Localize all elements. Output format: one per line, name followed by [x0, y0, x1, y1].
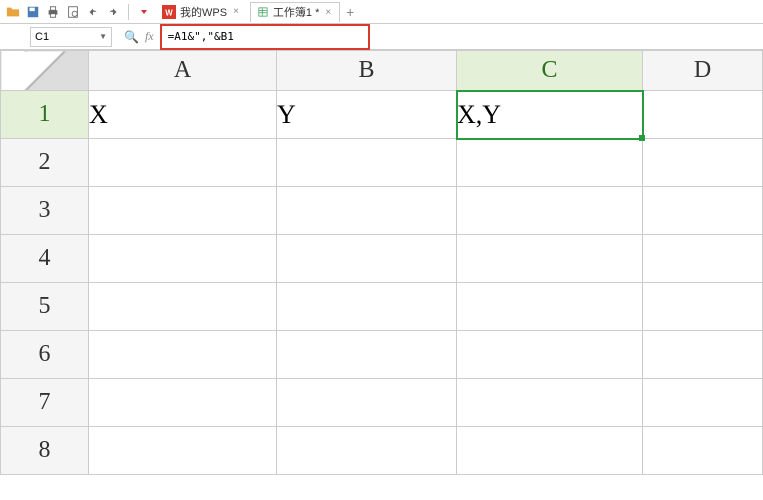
save-icon[interactable] — [24, 3, 42, 21]
cell-A8[interactable] — [89, 427, 277, 475]
add-tab-button[interactable]: + — [342, 4, 358, 20]
row-header-1[interactable]: 1 — [1, 91, 89, 139]
cell-D1[interactable] — [643, 91, 763, 139]
cell-A5[interactable] — [89, 283, 277, 331]
cell-A4[interactable] — [89, 235, 277, 283]
cell-B7[interactable] — [277, 379, 457, 427]
name-box[interactable]: C1 ▼ — [30, 27, 112, 47]
formula-bar: C1 ▼ 🔍 fx =A1&","&B1 — [0, 24, 763, 50]
open-icon[interactable] — [4, 3, 22, 21]
col-header-A[interactable]: A — [89, 51, 277, 91]
cell-C7[interactable] — [457, 379, 643, 427]
undo-icon[interactable] — [84, 3, 102, 21]
dropdown-icon[interactable] — [135, 3, 153, 21]
row-header-8[interactable]: 8 — [1, 427, 89, 475]
col-header-B[interactable]: B — [277, 51, 457, 91]
name-box-value: C1 — [35, 31, 49, 43]
cell-C3[interactable] — [457, 187, 643, 235]
tab-mywps[interactable]: W 我的WPS × — [155, 2, 248, 22]
tab-close-icon[interactable]: × — [231, 6, 241, 17]
row-header-3[interactable]: 3 — [1, 187, 89, 235]
tab-workbook[interactable]: 工作簿1 * × — [250, 2, 340, 22]
cell-A1[interactable]: X — [89, 91, 277, 139]
select-all-corner[interactable] — [1, 51, 89, 91]
cell-D2[interactable] — [643, 139, 763, 187]
col-header-D[interactable]: D — [643, 51, 763, 91]
cell-C2[interactable] — [457, 139, 643, 187]
separator — [128, 4, 129, 20]
row-header-5[interactable]: 5 — [1, 283, 89, 331]
spreadsheet-grid: A B C D 1 X Y X,Y 2 3 4 5 6 7 8 — [0, 50, 763, 475]
formula-input[interactable]: =A1&","&B1 — [160, 24, 370, 50]
row-header-4[interactable]: 4 — [1, 235, 89, 283]
cell-C6[interactable] — [457, 331, 643, 379]
formula-tools: 🔍 fx — [118, 29, 160, 44]
cell-D4[interactable] — [643, 235, 763, 283]
zoom-icon[interactable]: 🔍 — [124, 30, 139, 44]
quick-toolbar: W 我的WPS × 工作簿1 * × + — [0, 0, 763, 24]
cell-C5[interactable] — [457, 283, 643, 331]
preview-icon[interactable] — [64, 3, 82, 21]
fx-button[interactable]: fx — [145, 29, 154, 44]
svg-text:W: W — [165, 8, 173, 17]
tab-label: 工作簿1 * — [273, 4, 319, 20]
cell-A3[interactable] — [89, 187, 277, 235]
cell-C4[interactable] — [457, 235, 643, 283]
cell-B6[interactable] — [277, 331, 457, 379]
row-header-6[interactable]: 6 — [1, 331, 89, 379]
cell-C1[interactable]: X,Y — [457, 91, 643, 139]
row-header-2[interactable]: 2 — [1, 139, 89, 187]
print-icon[interactable] — [44, 3, 62, 21]
cell-D6[interactable] — [643, 331, 763, 379]
cell-B5[interactable] — [277, 283, 457, 331]
cell-B1[interactable]: Y — [277, 91, 457, 139]
cell-D8[interactable] — [643, 427, 763, 475]
cell-B2[interactable] — [277, 139, 457, 187]
row-header-7[interactable]: 7 — [1, 379, 89, 427]
formula-text: =A1&","&B1 — [168, 30, 234, 43]
tab-close-icon[interactable]: × — [323, 7, 333, 18]
cell-A2[interactable] — [89, 139, 277, 187]
redo-icon[interactable] — [104, 3, 122, 21]
spreadsheet-icon — [257, 6, 269, 18]
cell-D3[interactable] — [643, 187, 763, 235]
cell-A6[interactable] — [89, 331, 277, 379]
wps-logo-icon: W — [162, 5, 176, 19]
cell-C8[interactable] — [457, 427, 643, 475]
tab-label: 我的WPS — [180, 4, 227, 20]
cell-D5[interactable] — [643, 283, 763, 331]
cell-A7[interactable] — [89, 379, 277, 427]
col-header-C[interactable]: C — [457, 51, 643, 91]
chevron-down-icon[interactable]: ▼ — [99, 32, 107, 41]
cell-B4[interactable] — [277, 235, 457, 283]
cell-D7[interactable] — [643, 379, 763, 427]
cell-B3[interactable] — [277, 187, 457, 235]
cell-B8[interactable] — [277, 427, 457, 475]
